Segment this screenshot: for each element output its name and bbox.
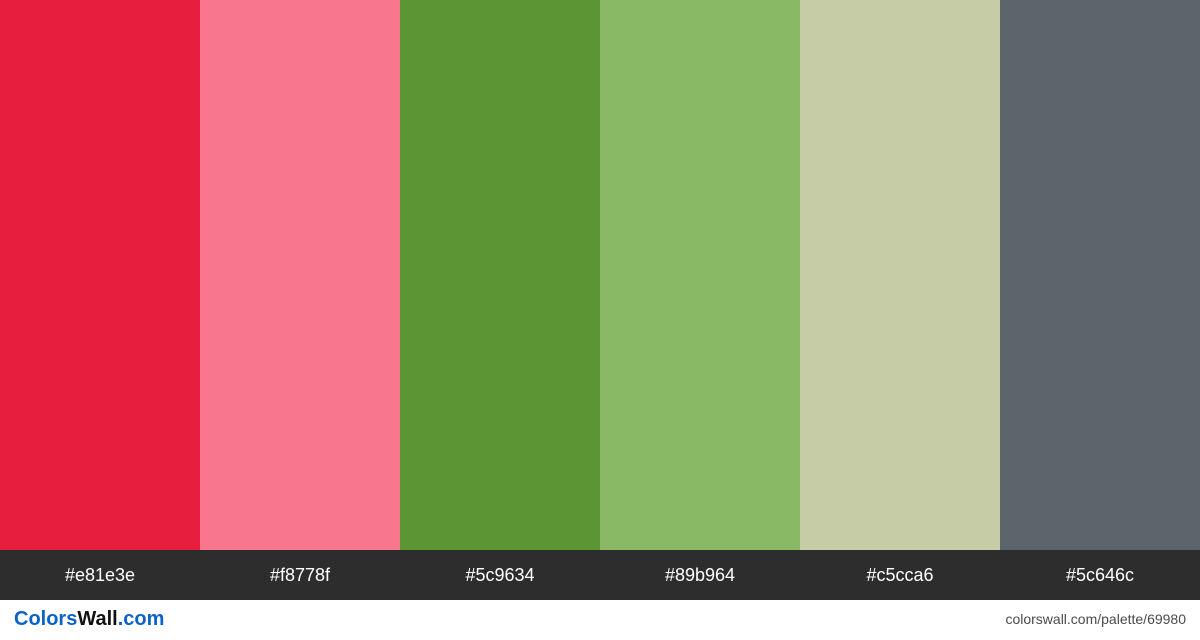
color-swatch [200, 0, 400, 550]
hex-code-label: #5c9634 [400, 550, 600, 600]
brand-suffix: .com [118, 608, 165, 630]
hex-code-label: #5c646c [1000, 550, 1200, 600]
palette-swatch-row [0, 0, 1200, 550]
color-swatch [400, 0, 600, 550]
color-swatch [800, 0, 1000, 550]
brand-part-wall: Wall [77, 608, 117, 630]
color-swatch [0, 0, 200, 550]
hex-code-label: #e81e3e [0, 550, 200, 600]
palette-permalink[interactable]: colorswall.com/palette/69980 [1005, 611, 1186, 627]
footer-bar: ColorsWall.com colorswall.com/palette/69… [0, 600, 1200, 640]
color-swatch [1000, 0, 1200, 550]
brand-part-colors: Colors [14, 608, 77, 630]
hex-code-label: #89b964 [600, 550, 800, 600]
hex-label-row: #e81e3e #f8778f #5c9634 #89b964 #c5cca6 … [0, 550, 1200, 600]
color-swatch [600, 0, 800, 550]
hex-code-label: #c5cca6 [800, 550, 1000, 600]
brand-logo[interactable]: ColorsWall.com [14, 608, 164, 631]
hex-code-label: #f8778f [200, 550, 400, 600]
